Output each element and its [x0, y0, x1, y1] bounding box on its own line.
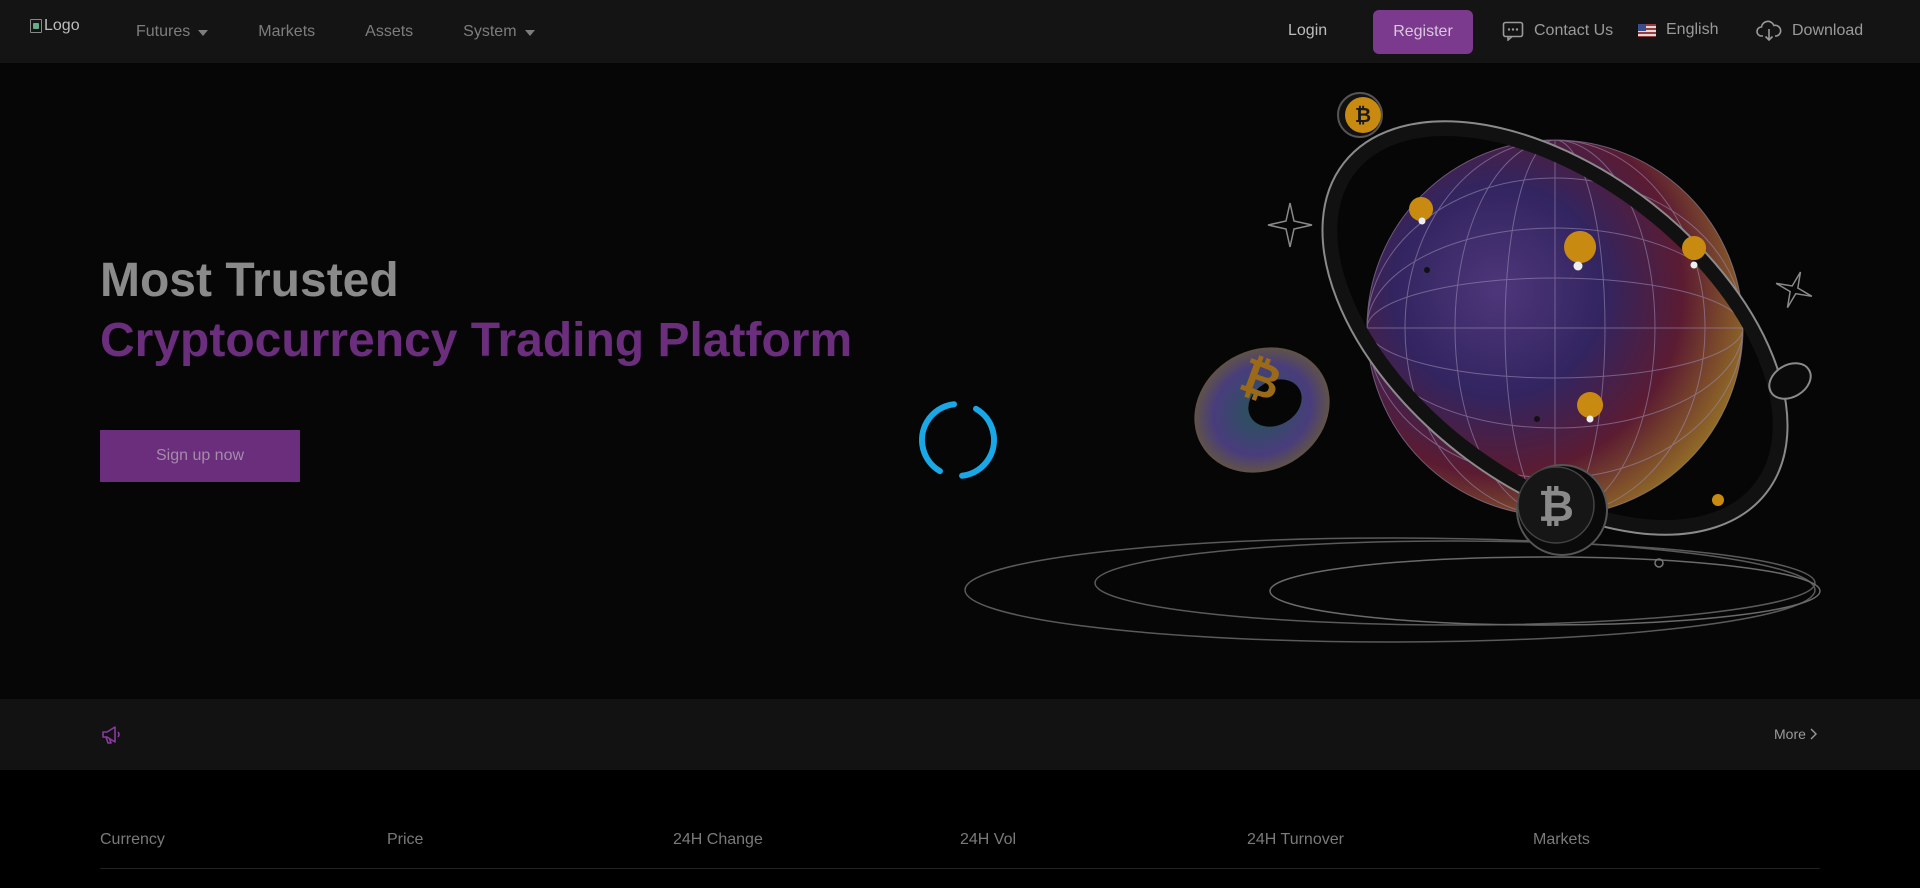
login-link[interactable]: Login — [1288, 22, 1327, 40]
download-link[interactable]: Download — [1756, 20, 1863, 42]
hero-section: Most Trusted Cryptocurrency Trading Plat… — [0, 63, 1920, 699]
nav-item-markets[interactable]: Markets — [258, 23, 315, 41]
main-nav: Futures Markets Assets System — [136, 0, 585, 63]
nav-item-system[interactable]: System — [463, 22, 535, 41]
download-label: Download — [1792, 22, 1864, 39]
nav-item-assets[interactable]: Assets — [365, 23, 413, 41]
register-button[interactable]: Register — [1373, 10, 1473, 54]
megaphone-icon — [102, 726, 120, 744]
hero-title-line2: Cryptocurrency Trading Platform — [100, 314, 853, 367]
language-selector[interactable]: English — [1638, 21, 1718, 39]
chat-icon — [1502, 21, 1524, 41]
nav-item-label: Markets — [258, 22, 316, 40]
language-label: English — [1666, 21, 1719, 38]
logo-alt-text: Logo — [44, 17, 80, 34]
nav-item-label: Futures — [136, 22, 191, 40]
sign-up-button[interactable]: Sign up now — [100, 430, 300, 482]
svg-text:₿: ₿ — [1538, 481, 1574, 532]
nav-item-label: Assets — [365, 22, 414, 40]
more-label: More — [1774, 726, 1806, 742]
column-header-24h-vol[interactable]: 24H Vol — [960, 831, 1016, 849]
chevron-right-icon — [1810, 728, 1817, 740]
nav-item-label: System — [463, 22, 517, 40]
contact-us-link[interactable]: Contact Us — [1502, 21, 1613, 41]
crypto-globe-illustration: ₿ ₿ ₿ — [964, 92, 1821, 643]
us-flag-icon — [1638, 23, 1656, 37]
caret-down-icon — [524, 29, 535, 36]
broken-image-icon — [30, 19, 42, 33]
hero-title-line1: Most Trusted — [100, 254, 399, 307]
nav-item-futures[interactable]: Futures — [136, 22, 209, 41]
top-header: Logo Futures Markets Assets System Login… — [0, 0, 1920, 63]
column-header-markets[interactable]: Markets — [1533, 831, 1590, 849]
column-header-24h-change[interactable]: 24H Change — [673, 831, 763, 849]
table-header: Currency Price 24H Change 24H Vol 24H Tu… — [100, 831, 1820, 869]
more-link[interactable]: More — [1774, 726, 1817, 742]
column-header-currency[interactable]: Currency — [100, 831, 165, 849]
caret-down-icon — [198, 29, 209, 36]
market-table: Currency Price 24H Change 24H Vol 24H Tu… — [0, 770, 1920, 888]
column-header-24h-turnover[interactable]: 24H Turnover — [1247, 831, 1344, 849]
contact-us-label: Contact Us — [1534, 22, 1614, 39]
column-header-price[interactable]: Price — [387, 831, 423, 849]
logo[interactable]: Logo — [30, 17, 80, 35]
cloud-download-icon — [1756, 20, 1782, 42]
svg-text:₿: ₿ — [1355, 103, 1371, 127]
announcement-bar: More — [0, 699, 1920, 770]
